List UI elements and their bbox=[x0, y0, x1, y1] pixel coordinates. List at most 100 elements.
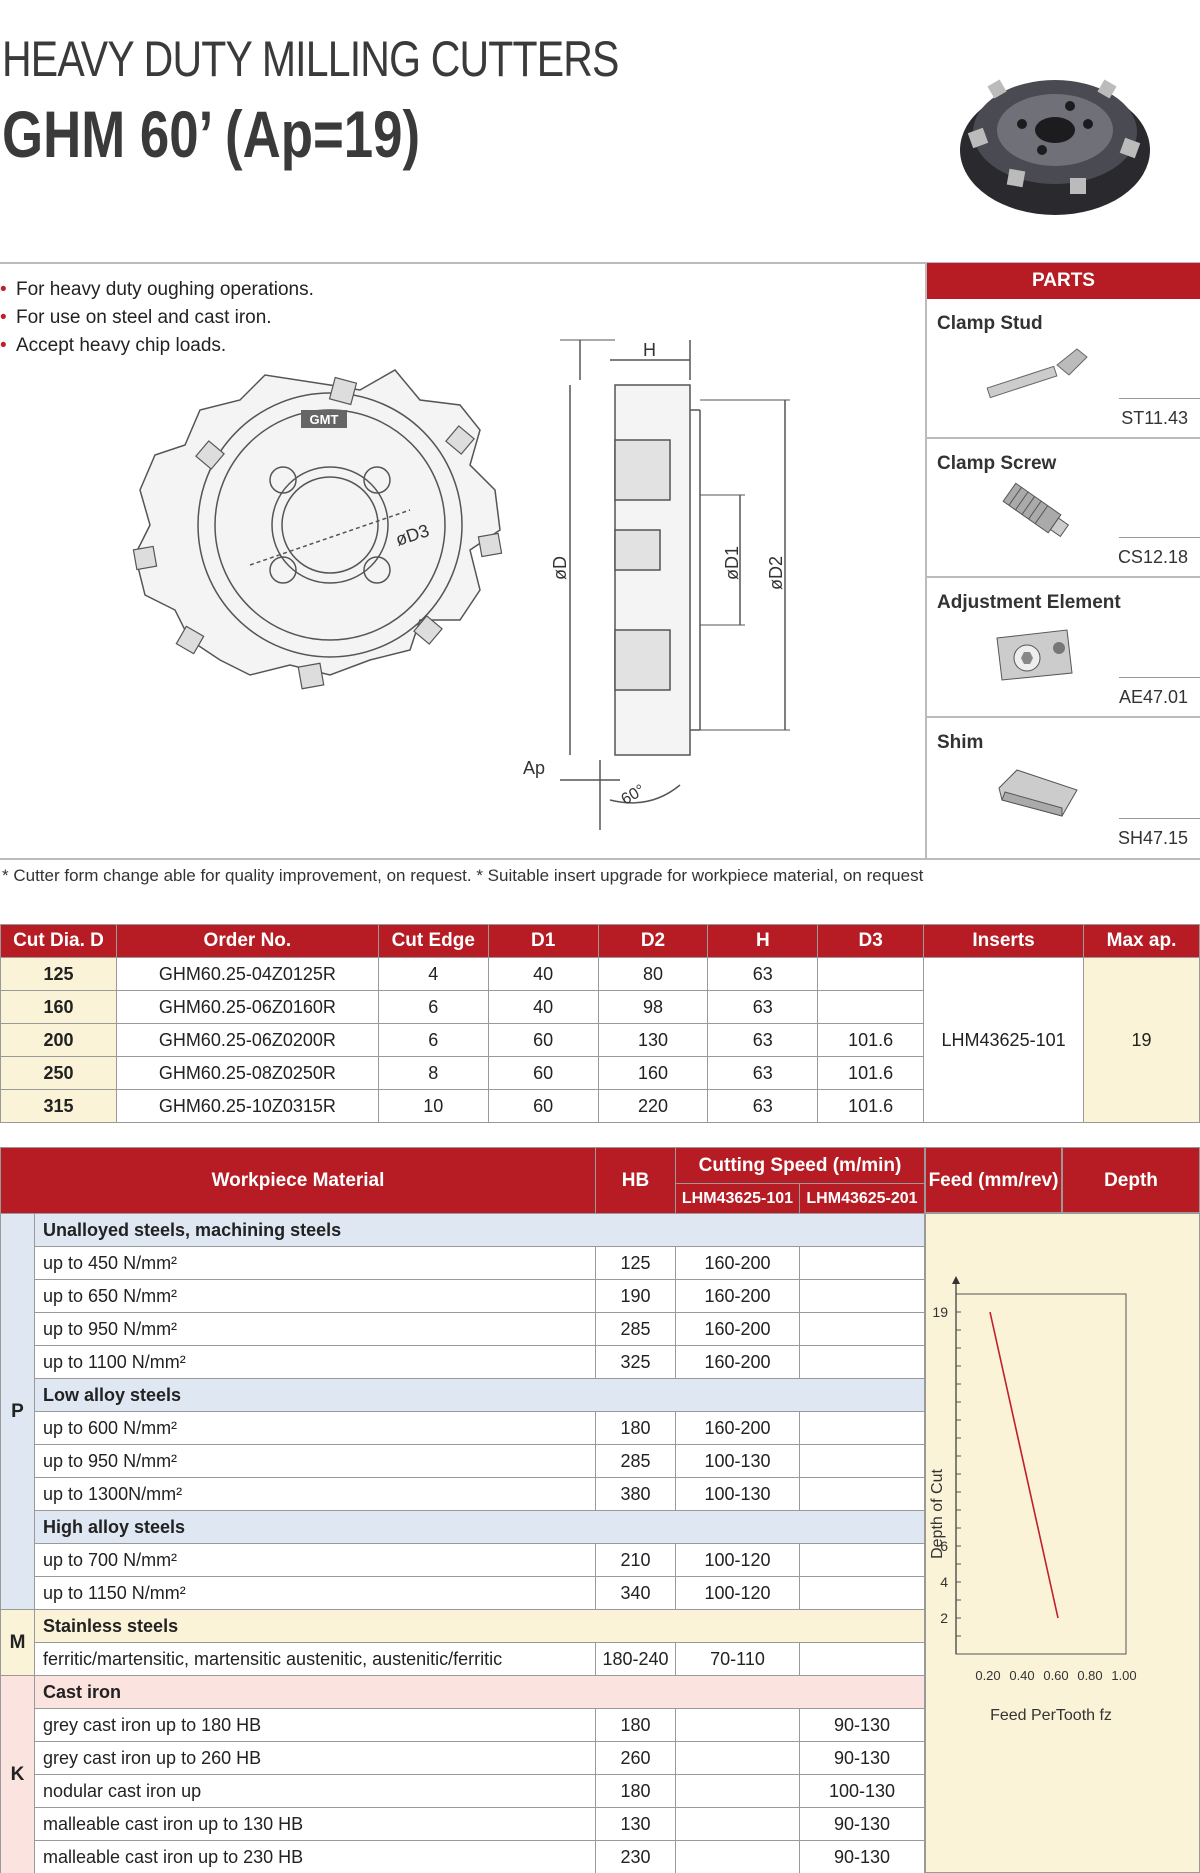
cell-speed-101: 100-130 bbox=[675, 1477, 800, 1511]
cell-speed-101 bbox=[675, 1708, 800, 1742]
col-cut-edge: Cut Edge bbox=[377, 924, 489, 958]
y-axis-label: Depth of Cut bbox=[929, 1469, 946, 1559]
col-inserts: Inserts bbox=[923, 924, 1085, 958]
d2-label: øD2 bbox=[766, 556, 786, 590]
cell-d2: 220 bbox=[597, 1089, 709, 1123]
part-divider-line bbox=[1119, 537, 1200, 538]
material-group-name: Low alloy steels bbox=[34, 1378, 925, 1412]
y-tick-label: 4 bbox=[940, 1574, 948, 1590]
table-row: up to 950 N/mm² 285 160-200 bbox=[1, 1312, 925, 1346]
cell-d3 bbox=[817, 990, 925, 1024]
table-row: up to 450 N/mm² 125 160-200 bbox=[1, 1246, 925, 1280]
cell-dia: 250 bbox=[0, 1056, 117, 1090]
cell-speed-101 bbox=[675, 1774, 800, 1808]
h-label: H bbox=[643, 340, 656, 360]
part-clamp-stud: Clamp Stud ST11.43 bbox=[927, 299, 1200, 439]
cell-hb: 180 bbox=[595, 1774, 676, 1808]
y-tick-label: 2 bbox=[940, 1610, 948, 1626]
x-tick-label: 0.20 bbox=[975, 1668, 1000, 1683]
cell-dia: 160 bbox=[0, 990, 117, 1024]
cell-d1: 40 bbox=[487, 990, 599, 1024]
technical-drawing: GMT øD3 H øD øD1 øD2 Ap 60° bbox=[132, 339, 790, 830]
part-shim: Shim SH47.15 bbox=[927, 718, 1200, 858]
group-row: K Cast iron bbox=[0, 1675, 925, 1873]
cell-d3: 101.6 bbox=[817, 1056, 925, 1090]
group-row: P Unalloyed steels, machining steels bbox=[0, 1213, 925, 1610]
feature-item: For heavy duty oughing operations. bbox=[0, 276, 314, 304]
cell-h: 63 bbox=[707, 1023, 819, 1057]
cell-d1: 60 bbox=[487, 1089, 599, 1123]
table-row: grey cast iron up to 260 HB 260 90-130 bbox=[1, 1741, 925, 1775]
footnote: * Cutter form change able for quality im… bbox=[2, 866, 924, 885]
cell-speed-101: 70-110 bbox=[675, 1642, 800, 1676]
cell-material: up to 1100 N/mm² bbox=[34, 1345, 596, 1379]
cell-speed-201 bbox=[799, 1345, 925, 1379]
cell-hb: 260 bbox=[595, 1741, 676, 1775]
cell-dia: 200 bbox=[0, 1023, 117, 1057]
table-row: grey cast iron up to 180 HB 180 90-130 bbox=[1, 1708, 925, 1742]
cell-speed-101: 100-120 bbox=[675, 1543, 800, 1577]
spec-table: Cut Dia. D Order No. Cut Edge D1 D2 H D3… bbox=[0, 924, 1200, 1123]
cell-speed-101: 160-200 bbox=[675, 1279, 800, 1313]
d1-label: øD1 bbox=[722, 546, 742, 580]
cell-order: GHM60.25-10Z0315R bbox=[115, 1089, 379, 1123]
cell-h: 63 bbox=[707, 1089, 819, 1123]
cell-edge: 10 bbox=[377, 1089, 489, 1123]
cell-material: up to 950 N/mm² bbox=[34, 1444, 596, 1478]
x-tick-label: 0.80 bbox=[1077, 1668, 1102, 1683]
cell-hb: 125 bbox=[595, 1246, 676, 1280]
part-code: CS12.18 bbox=[1117, 547, 1188, 567]
table-row: up to 1150 N/mm² 340 100-120 bbox=[1, 1576, 925, 1610]
col-speed-201: LHM43625-201 bbox=[799, 1183, 925, 1214]
cell-material: nodular cast iron up bbox=[34, 1774, 596, 1808]
cell-material: ferritic/martensitic, martensitic austen… bbox=[34, 1642, 596, 1676]
part-adjustment-element: Adjustment Element AE47.01 bbox=[927, 578, 1200, 718]
cell-edge: 6 bbox=[377, 990, 489, 1024]
cell-order: GHM60.25-04Z0125R bbox=[115, 957, 379, 991]
cell-speed-101: 160-200 bbox=[675, 1312, 800, 1346]
y-tick-label: 19 bbox=[932, 1304, 948, 1320]
part-name: Shim bbox=[937, 731, 984, 753]
cell-speed-201: 100-130 bbox=[799, 1774, 925, 1808]
col-feed: Feed (mm/rev) bbox=[925, 1147, 1062, 1213]
feed-depth-chart: 246190.20 0.40 0.60 0.80 1.00Feed PerTooth f… bbox=[929, 1276, 1137, 1724]
col-workpiece-material: Workpiece Material bbox=[0, 1147, 596, 1214]
cell-d1: 40 bbox=[487, 957, 599, 991]
cell-speed-201 bbox=[799, 1477, 925, 1511]
feature-item: For use on steel and cast iron. bbox=[0, 304, 314, 332]
side-view bbox=[560, 339, 790, 830]
chart-area: 2 4 6 19 0.20 0.40 0.60 0.80 1.00 Feed PerTooth f… bbox=[925, 1213, 1200, 1873]
part-divider-line bbox=[1119, 397, 1200, 399]
cell-hb: 325 bbox=[595, 1345, 676, 1379]
col-speed-101: LHM43625-101 bbox=[675, 1183, 800, 1214]
cell-material: malleable cast iron up to 230 HB bbox=[34, 1840, 596, 1873]
cutting-table-header: Workpiece Material HB Cutting Speed (m/m… bbox=[0, 1147, 925, 1214]
cell-speed-101 bbox=[675, 1840, 800, 1873]
table-row: nodular cast iron up 180 100-130 bbox=[1, 1774, 925, 1808]
cell-material: malleable cast iron up to 130 HB bbox=[34, 1807, 596, 1841]
cell-dia: 315 bbox=[0, 1089, 117, 1123]
section-divider bbox=[0, 858, 1200, 860]
cell-speed-201 bbox=[799, 1576, 925, 1610]
cell-d2: 160 bbox=[597, 1056, 709, 1090]
material-group-name: Unalloyed steels, machining steels bbox=[34, 1213, 925, 1247]
cell-d2: 80 bbox=[597, 957, 709, 991]
col-order-no: Order No. bbox=[115, 924, 379, 958]
part-code: AE47.01 bbox=[1118, 686, 1188, 707]
milling-cutter-photo bbox=[960, 79, 1150, 215]
cell-hb: 180 bbox=[595, 1708, 676, 1742]
cell-material: up to 700 N/mm² bbox=[34, 1543, 596, 1577]
iso-group-label: P bbox=[0, 1213, 35, 1610]
shim-icon bbox=[998, 768, 1078, 817]
col-cutting-speed: Cutting Speed (m/min) bbox=[675, 1147, 925, 1184]
clamp-stud-icon bbox=[986, 348, 1088, 399]
col-d3: D3 bbox=[817, 924, 925, 958]
part-name: Clamp Screw bbox=[937, 452, 1057, 474]
group-row: Low alloy steels bbox=[1, 1378, 925, 1412]
spec-table-header: Cut Dia. D Order No. Cut Edge D1 D2 H D3… bbox=[0, 924, 1200, 958]
cell-speed-101: 100-130 bbox=[675, 1444, 800, 1478]
cell-speed-201 bbox=[799, 1543, 925, 1577]
cell-hb: 210 bbox=[595, 1543, 676, 1577]
cell-hb: 380 bbox=[595, 1477, 676, 1511]
page-title-line1: HEAVY DUTY MILLING CUTTERS bbox=[2, 31, 619, 87]
